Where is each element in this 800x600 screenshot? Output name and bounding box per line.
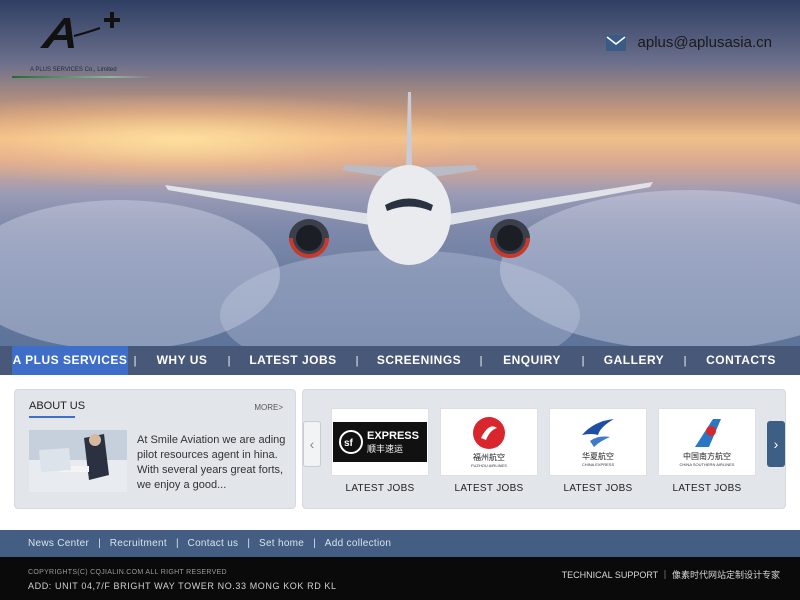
nav-item-a-plus-services[interactable]: A PLUS SERVICES bbox=[12, 346, 128, 375]
latest-jobs-carousel: ‹ sf EXPRESS 顺丰速运 LATEST JOBS 福州航空 FUZHO… bbox=[302, 389, 786, 509]
carousel-next-button[interactable]: › bbox=[767, 421, 785, 467]
email-address: aplus@aplusasia.cn bbox=[637, 34, 772, 51]
nav-separator: | bbox=[581, 354, 585, 367]
china-southern-logo: 中国南方航空 CHINA SOUTHERN AIRLINES bbox=[658, 408, 756, 476]
contact-email[interactable]: aplus@aplusasia.cn bbox=[605, 34, 772, 51]
title-underline bbox=[29, 416, 75, 418]
technical-support-link[interactable]: TECHNICAL SUPPORT ｜ 像素时代网站定制设计专家 bbox=[562, 568, 780, 581]
main-navigation: A PLUS SERVICES | WHY US | LATEST JOBS |… bbox=[0, 346, 800, 375]
footer-link-separator: | bbox=[175, 538, 179, 549]
content-area: ABOUT US MORE> At Smile Aviation we are … bbox=[0, 375, 800, 530]
footer-link-separator: | bbox=[247, 538, 250, 549]
carousel-prev-button[interactable]: ‹ bbox=[303, 421, 321, 467]
footer-link-contact-us[interactable]: Contact us bbox=[188, 538, 239, 549]
nav-separator: | bbox=[479, 354, 483, 367]
job-card-label: LATEST JOBS bbox=[345, 483, 415, 494]
china-express-cn: 华夏航空 bbox=[582, 452, 614, 461]
envelope-icon bbox=[605, 34, 626, 51]
nav-item-why-us[interactable]: WHY US bbox=[142, 346, 222, 375]
footer-link-add-collection[interactable]: Add collection bbox=[325, 538, 391, 549]
china-southern-en: CHINA SOUTHERN AIRLINES bbox=[679, 462, 735, 467]
site-footer: COPYRIGHTS(C) CQJIALIN.COM ALL RIGHT RES… bbox=[0, 557, 800, 600]
job-card-fuzhou-airlines[interactable]: 福州航空 FUZHOU AIRLINES LATEST JOBS bbox=[440, 408, 538, 494]
hero-banner: A PLUS SERVICES Co., Limited aplus@aplus… bbox=[0, 0, 800, 346]
nav-item-enquiry[interactable]: ENQUIRY bbox=[488, 346, 576, 375]
nav-item-screenings[interactable]: SCREENINGS bbox=[364, 346, 474, 375]
job-card-china-southern[interactable]: 中国南方航空 CHINA SOUTHERN AIRLINES LATEST JO… bbox=[658, 408, 756, 494]
about-us-text: At Smile Aviation we are ading pilot res… bbox=[137, 434, 286, 491]
nav-item-latest-jobs[interactable]: LATEST JOBS bbox=[236, 346, 350, 375]
nav-item-contacts[interactable]: CONTACTS bbox=[692, 346, 790, 375]
a-plus-logo-icon bbox=[40, 12, 120, 48]
more-link[interactable]: MORE> bbox=[254, 403, 283, 412]
sf-express-cn: 顺丰速运 bbox=[367, 443, 404, 454]
job-card-label: LATEST JOBS bbox=[672, 483, 742, 494]
china-southern-cn: 中国南方航空 bbox=[683, 452, 731, 461]
nav-item-gallery[interactable]: GALLERY bbox=[590, 346, 678, 375]
job-card-label: LATEST JOBS bbox=[563, 483, 633, 494]
nav-separator: | bbox=[227, 354, 231, 367]
copyright-text: COPYRIGHTS(C) CQJIALIN.COM ALL RIGHT RES… bbox=[28, 569, 227, 576]
footer-link-recruitment[interactable]: Recruitment bbox=[110, 538, 167, 549]
chevron-left-icon: ‹ bbox=[309, 436, 315, 452]
sf-logo-icon: sf bbox=[339, 430, 363, 454]
logo-underline bbox=[12, 76, 152, 78]
site-logo[interactable]: A PLUS SERVICES Co., Limited bbox=[12, 8, 152, 78]
job-card-china-express[interactable]: 华夏航空 CHINA EXPRESS LATEST JOBS bbox=[549, 408, 647, 494]
job-card-label: LATEST JOBS bbox=[454, 483, 524, 494]
nav-separator: | bbox=[683, 354, 687, 367]
china-express-logo: 华夏航空 CHINA EXPRESS bbox=[549, 408, 647, 476]
fuzhou-airlines-en: FUZHOU AIRLINES bbox=[471, 463, 507, 468]
fuzhou-airlines-emblem-icon bbox=[473, 417, 505, 449]
about-us-panel: ABOUT US MORE> At Smile Aviation we are … bbox=[14, 389, 296, 509]
footer-link-news-center[interactable]: News Center bbox=[28, 538, 89, 549]
company-tagline: A PLUS SERVICES Co., Limited bbox=[30, 67, 117, 73]
china-southern-tail-icon bbox=[695, 419, 721, 447]
job-card-sf-express[interactable]: sf EXPRESS 顺丰速运 LATEST JOBS bbox=[331, 408, 429, 494]
footer-link-set-home[interactable]: Set home bbox=[259, 538, 304, 549]
footer-link-separator: | bbox=[313, 538, 316, 549]
address-text: ADD: UNIT 04,7/F BRIGHT WAY TOWER NO.33 … bbox=[28, 581, 337, 591]
svg-text:sf: sf bbox=[344, 438, 354, 449]
about-photo bbox=[29, 430, 127, 492]
nav-separator: | bbox=[355, 354, 359, 367]
about-us-title: ABOUT US bbox=[29, 400, 86, 412]
footer-links: News Center | Recruitment | Contact us |… bbox=[0, 530, 800, 557]
chevron-right-icon: › bbox=[773, 436, 779, 452]
china-express-bird-icon bbox=[582, 419, 614, 447]
fuzhou-airlines-logo: 福州航空 FUZHOU AIRLINES bbox=[440, 408, 538, 476]
china-express-en: CHINA EXPRESS bbox=[581, 462, 615, 467]
sf-express-logo: sf EXPRESS 顺丰速运 bbox=[331, 408, 429, 476]
footer-link-separator: | bbox=[98, 538, 101, 549]
nav-separator: | bbox=[133, 354, 137, 367]
fuzhou-airlines-cn: 福州航空 bbox=[473, 453, 505, 462]
sf-express-en: EXPRESS bbox=[367, 429, 419, 442]
